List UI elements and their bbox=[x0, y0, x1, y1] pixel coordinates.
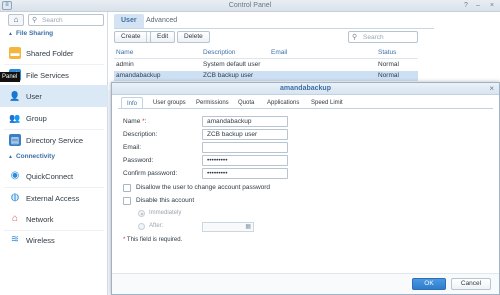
quickconnect-icon: ◉ bbox=[10, 170, 20, 181]
sidebar-item-directory-service[interactable]: ▤ Directory Service bbox=[0, 129, 108, 151]
sidebar-item-user[interactable]: 👤 User bbox=[0, 85, 108, 107]
disable-account-label: Disable this account bbox=[136, 197, 195, 204]
column-header-name[interactable]: Name bbox=[116, 49, 133, 56]
tab-advanced[interactable]: Advanced bbox=[139, 14, 184, 28]
after-label: After: bbox=[149, 223, 164, 229]
header-divider bbox=[114, 58, 418, 59]
calendar-icon[interactable]: ▦ bbox=[245, 223, 251, 230]
title-bar: ≡ Control Panel ? – × bbox=[0, 0, 500, 12]
edit-button[interactable]: Edit bbox=[150, 31, 176, 43]
confirm-password-field[interactable]: ••••••••• bbox=[202, 168, 288, 179]
sidebar-item-quickconnect[interactable]: ◉ QuickConnect bbox=[0, 165, 108, 187]
cancel-button[interactable]: Cancel bbox=[451, 278, 491, 290]
close-icon[interactable]: × bbox=[489, 84, 494, 93]
help-icon[interactable]: ? bbox=[462, 2, 470, 9]
tab-divider bbox=[114, 28, 434, 29]
table-row[interactable]: admin System default user Normal bbox=[114, 60, 418, 70]
search-placeholder: Search bbox=[42, 17, 63, 24]
wireless-icon: ≋ bbox=[10, 234, 20, 245]
home-icon: ⌂ bbox=[13, 15, 19, 24]
immediately-radio[interactable] bbox=[138, 210, 145, 217]
name-field[interactable]: amandabackup bbox=[202, 116, 288, 127]
required-note: * This field is required. bbox=[123, 237, 183, 243]
window-title: Control Panel bbox=[228, 2, 272, 9]
column-header-email[interactable]: Email bbox=[271, 49, 287, 56]
email-field[interactable] bbox=[202, 142, 288, 153]
description-label: Description: bbox=[123, 131, 158, 138]
dialog-footer: OK Cancel bbox=[112, 273, 499, 294]
disallow-password-change-checkbox[interactable] bbox=[123, 184, 131, 192]
group-icon: 👥 bbox=[9, 113, 21, 123]
control-panel-window: ≡ Control Panel ? – × ⌂ ⚲ Search ▲ File S… bbox=[0, 0, 500, 295]
disallow-password-change-label: Disallow the user to change account pass… bbox=[136, 184, 271, 191]
column-header-status[interactable]: Status bbox=[378, 49, 396, 56]
chevron-up-icon: ▲ bbox=[8, 154, 13, 160]
column-header-description[interactable]: Description bbox=[203, 49, 236, 56]
close-icon[interactable]: × bbox=[488, 2, 496, 9]
sidebar-item-wireless[interactable]: ≋ Wireless bbox=[0, 229, 108, 251]
tooltip: Panel bbox=[0, 72, 20, 82]
sidebar-item-network[interactable]: ⌂ Network bbox=[0, 208, 108, 230]
sidebar-item-group[interactable]: 👥 Group bbox=[0, 107, 108, 129]
confirm-password-label: Confirm password: bbox=[123, 170, 178, 177]
after-radio[interactable] bbox=[138, 223, 145, 230]
home-button[interactable]: ⌂ bbox=[8, 14, 24, 26]
directory-icon: ▤ bbox=[9, 134, 21, 146]
tab-divider bbox=[118, 108, 493, 109]
immediately-label: Immediately bbox=[149, 210, 182, 216]
password-label: Password: bbox=[123, 157, 154, 164]
chevron-up-icon: ▲ bbox=[8, 31, 13, 37]
section-connectivity[interactable]: ▲ Connectivity bbox=[8, 153, 55, 160]
minimize-icon[interactable]: – bbox=[474, 2, 482, 9]
table-row-selected[interactable]: amandabackup ZCB backup user Normal bbox=[114, 71, 418, 81]
date-picker-input[interactable]: ▦ bbox=[202, 222, 254, 232]
name-label: Name *: bbox=[123, 118, 147, 125]
disable-account-checkbox[interactable] bbox=[123, 197, 131, 205]
dialog-title: amandabackup bbox=[112, 83, 499, 95]
section-file-sharing[interactable]: ▲ File Sharing bbox=[8, 30, 53, 37]
description-field[interactable]: ZCB backup user bbox=[202, 129, 288, 140]
user-icon: 👤 bbox=[9, 91, 21, 101]
filter-icon: ⚲ bbox=[352, 34, 358, 41]
search-placeholder: Search bbox=[363, 34, 384, 41]
folder-icon: ▬ bbox=[9, 47, 21, 59]
sidebar-item-external-access[interactable]: ◍ External Access bbox=[0, 187, 108, 209]
delete-button[interactable]: Delete bbox=[177, 31, 210, 43]
user-edit-dialog: amandabackup × Info User groups Permissi… bbox=[111, 82, 500, 295]
password-field[interactable]: ••••••••• bbox=[202, 155, 288, 166]
user-search-input[interactable]: ⚲ Search bbox=[348, 31, 418, 43]
ok-button[interactable]: OK bbox=[412, 278, 446, 290]
search-icon: ⚲ bbox=[32, 17, 38, 24]
sidebar-item-shared-folder[interactable]: ▬ Shared Folder bbox=[0, 42, 108, 64]
sidebar-search-input[interactable]: ⚲ Search bbox=[28, 14, 104, 26]
email-label: Email: bbox=[123, 144, 142, 151]
network-icon: ⌂ bbox=[11, 213, 19, 224]
globe-icon: ◍ bbox=[10, 192, 20, 203]
